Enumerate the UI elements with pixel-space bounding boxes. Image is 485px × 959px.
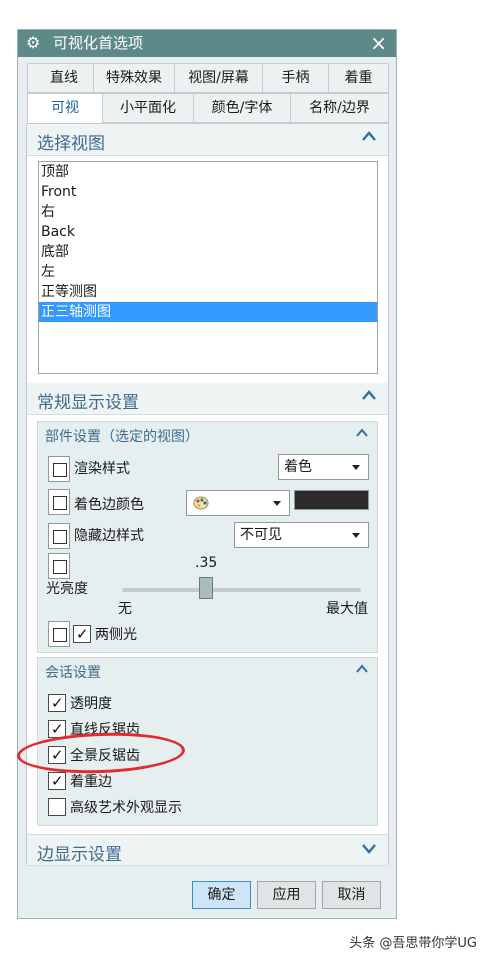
cancel-button[interactable]: 取消 [322,881,381,909]
chevron-down-icon[interactable] [360,839,378,857]
part-settings-title: 部件设置（选定的视图） [45,429,199,445]
transparency-label: 透明度 [70,696,112,712]
tab-handles[interactable]: 手柄 [262,63,329,93]
chevron-down-icon [352,465,360,470]
edge-display-header[interactable]: 边显示设置 [27,834,388,866]
brightness-value: .35 [195,555,218,571]
tab-color-font[interactable]: 颜色/字体 [193,93,291,123]
part-settings-panel: 部件设置（选定的视图） 渲染样式 着色 着色边颜色 隐藏边样式 不可见 .35 … [37,421,378,653]
render-style-toggle[interactable] [48,456,70,482]
tab-lines[interactable]: 直线 [27,63,101,93]
watermark: 头条 @吾思带你学UG [349,936,477,951]
brightness-min-label: 无 [118,601,132,617]
tab-faceting[interactable]: 小平面化 [102,93,194,123]
list-item[interactable]: Front [39,182,377,202]
brightness-slider[interactable] [122,588,361,592]
tab-emphasis[interactable]: 着重 [328,63,389,93]
two-sided-light-toggle[interactable] [48,621,70,647]
edge-display-title: 边显示设置 [37,845,122,865]
visualization-preferences-dialog: ⚙ 可视化首选项 × 直线 特殊效果 视图/屏幕 手柄 着重 可视 小平面化 颜… [17,29,397,919]
check-icon: ✓ [51,720,64,738]
apply-button[interactable]: 应用 [257,881,316,909]
hidden-edge-style-value: 不可见 [240,527,282,543]
tab-special-effects[interactable]: 特殊效果 [93,63,175,93]
tab-visual[interactable]: 可视 [27,93,103,123]
chevron-down-icon [273,501,281,506]
palette-icon [193,496,209,510]
chevron-up-icon[interactable] [355,426,369,440]
dialog-title: 可视化首选项 [53,34,144,52]
list-item[interactable]: 顶部 [39,162,377,182]
session-settings-title: 会话设置 [45,665,101,681]
chevron-down-icon [352,533,360,538]
list-item[interactable]: 底部 [39,242,377,262]
list-item-selected[interactable]: 正三轴测图 [39,302,377,322]
check-icon: ✓ [76,625,89,643]
color-picker-select[interactable] [186,490,290,516]
render-style-label: 渲染样式 [74,461,130,477]
session-settings-header[interactable]: 会话设置 [38,658,377,684]
brightness-max-label: 最大值 [326,601,368,617]
brightness-label: 光亮度 [46,581,88,597]
advanced-studio-display-checkbox[interactable] [48,798,66,816]
general-display-header[interactable]: 常规显示设置 [27,383,388,415]
gear-icon: ⚙ [26,33,41,52]
hidden-edge-style-select[interactable]: 不可见 [234,522,369,548]
list-item[interactable]: 右 [39,202,377,222]
render-style-value: 着色 [284,459,312,475]
hidden-edge-style-toggle[interactable] [48,523,70,549]
list-item[interactable]: 正等测图 [39,282,377,302]
list-item[interactable]: 左 [39,262,377,282]
advanced-studio-display-label: 高级艺术外观显示 [70,800,182,816]
two-sided-light-checkbox[interactable]: ✓ [73,625,91,643]
chevron-up-icon[interactable] [360,128,378,146]
general-display-title: 常规显示设置 [37,393,139,413]
transparency-checkbox[interactable]: ✓ [48,694,66,712]
emphasized-edges-checkbox[interactable]: ✓ [48,772,66,790]
shaded-edge-color-toggle[interactable] [48,489,70,515]
brightness-toggle[interactable] [48,553,70,579]
select-view-header[interactable]: 选择视图 [27,124,388,156]
brightness-slider-handle[interactable] [199,577,213,599]
two-sided-light-label: 两侧光 [95,627,137,643]
tab-view-screen[interactable]: 视图/屏幕 [174,63,263,93]
hidden-edge-style-label: 隐藏边样式 [74,528,144,544]
tab-name-border[interactable]: 名称/边界 [290,93,389,123]
title-bar: ⚙ 可视化首选项 × [18,30,396,57]
view-list[interactable]: 顶部 Front 右 Back 底部 左 正等测图 正三轴测图 [38,161,378,374]
check-icon: ✓ [51,694,64,712]
list-item[interactable]: Back [39,222,377,242]
emphasized-edges-label: 着重边 [70,774,112,790]
shaded-edge-color-swatch[interactable] [294,490,369,510]
close-icon[interactable]: × [370,32,387,54]
select-view-title: 选择视图 [37,134,105,154]
ok-button[interactable]: 确定 [192,881,251,909]
check-icon: ✓ [51,772,64,790]
shaded-edge-color-label: 着色边颜色 [74,497,144,513]
chevron-up-icon[interactable] [360,387,378,405]
render-style-select[interactable]: 着色 [278,454,369,480]
chevron-up-icon[interactable] [355,662,369,676]
part-settings-header[interactable]: 部件设置（选定的视图） [38,422,377,448]
